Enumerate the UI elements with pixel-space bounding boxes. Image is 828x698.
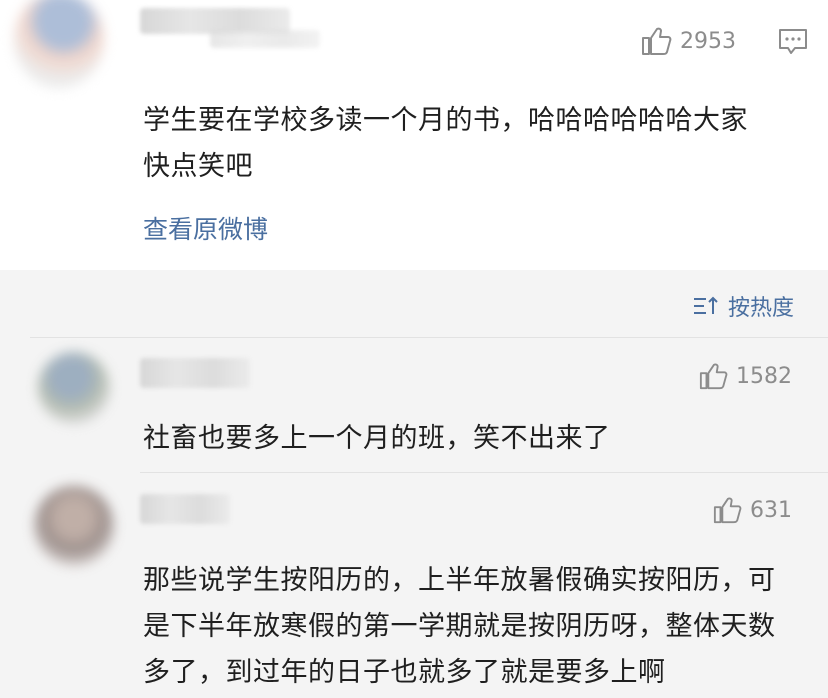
comment-text: 社畜也要多上一个月的班，笑不出来了 xyxy=(143,416,611,462)
comment-icon[interactable] xyxy=(778,28,808,56)
thumbs-up-icon xyxy=(699,363,728,390)
post-like-count: 2953 xyxy=(680,28,736,54)
post-text-line: 学生要在学校多读一个月的书，哈哈哈哈哈哈大家 xyxy=(143,105,748,136)
post-text: 学生要在学校多读一个月的书，哈哈哈哈哈哈大家 快点笑吧 xyxy=(143,98,748,190)
username[interactable] xyxy=(140,494,230,524)
thumbs-up-icon xyxy=(713,497,742,524)
comment-text-line: 多了，到过年的日子也就多了就是要多上啊 xyxy=(143,657,666,688)
view-original-link[interactable]: 查看原微博 xyxy=(143,210,268,246)
divider xyxy=(30,337,828,338)
sort-label: 按热度 xyxy=(728,296,795,321)
sort-by-hot-button[interactable]: 按热度 xyxy=(692,290,794,322)
comment-like-count: 1582 xyxy=(736,363,792,389)
avatar[interactable] xyxy=(34,486,114,566)
comment-like-count: 631 xyxy=(750,497,792,523)
comment-like-button[interactable]: 1582 xyxy=(698,362,792,390)
post-like-button[interactable]: 2953 xyxy=(640,26,736,56)
username[interactable] xyxy=(140,358,250,388)
avatar[interactable] xyxy=(14,0,104,88)
comment-text-line: 那些说学生按阳历的，上半年放暑假确实按阳历，可 xyxy=(143,565,776,596)
username-extra xyxy=(210,30,320,48)
avatar[interactable] xyxy=(38,352,110,424)
comment-text: 那些说学生按阳历的，上半年放暑假确实按阳历，可 是下半年放寒假的第一学期就是按阴… xyxy=(143,558,776,696)
divider xyxy=(140,472,828,473)
comment-text-line: 是下半年放寒假的第一学期就是按阴历呀，整体天数 xyxy=(143,611,776,642)
sort-icon xyxy=(694,296,718,314)
thumbs-up-icon xyxy=(642,27,672,55)
post-text-line: 快点笑吧 xyxy=(143,151,253,182)
comment-text-line: 社畜也要多上一个月的班，笑不出来了 xyxy=(143,423,611,454)
main-post: 2953 学生要在学校多读一个月的书，哈哈哈哈哈哈大家 快点笑吧 查看原微博 xyxy=(0,0,828,270)
comment-like-button[interactable]: 631 xyxy=(712,496,792,524)
